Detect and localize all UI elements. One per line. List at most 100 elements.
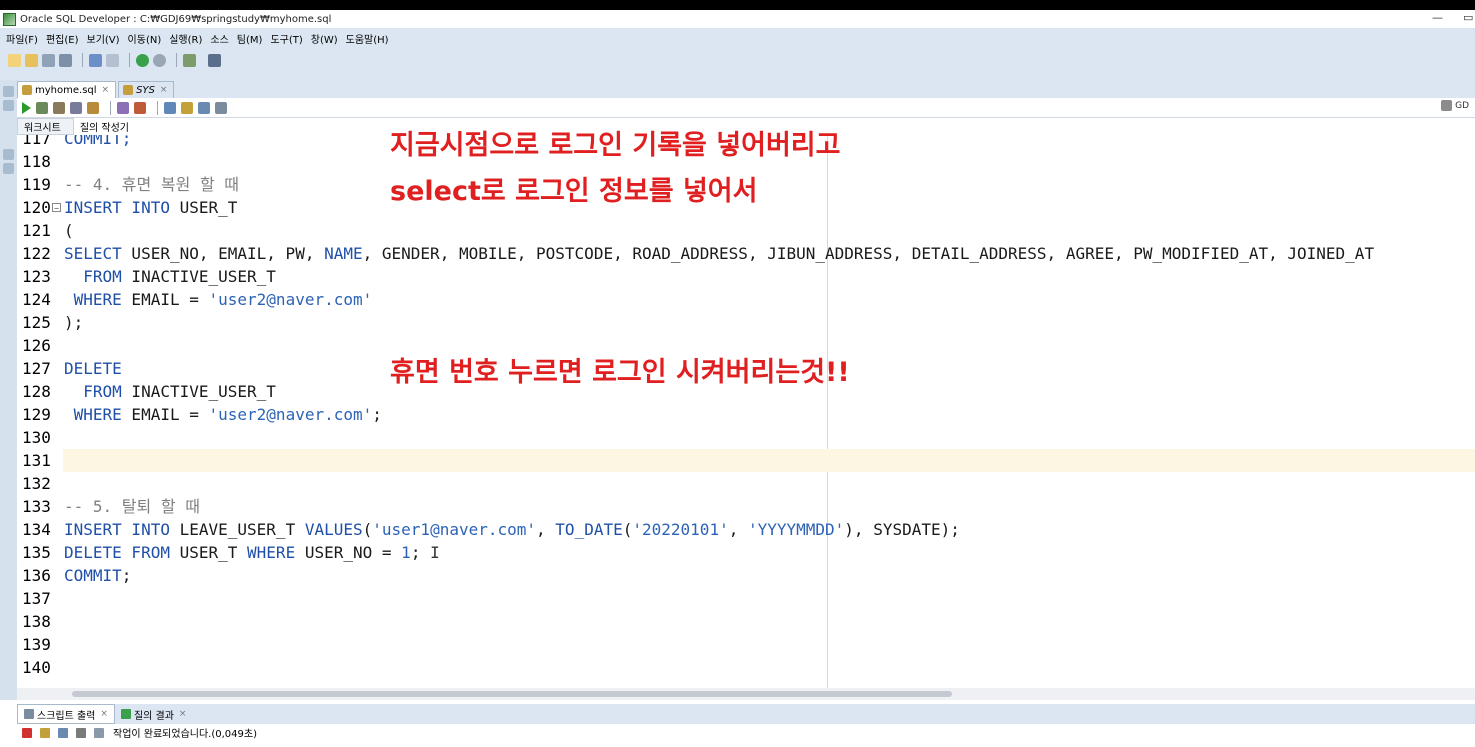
- forward-icon[interactable]: [153, 53, 166, 67]
- commit-icon[interactable]: [53, 101, 65, 114]
- tuning-icon[interactable]: [87, 101, 99, 114]
- connections-icon[interactable]: [3, 86, 14, 97]
- print-icon[interactable]: [76, 727, 86, 738]
- annotation-text: select로 로그인 정보를 넣어서: [390, 176, 758, 207]
- code-line[interactable]: 122 SELECT USER_NO, EMAIL, PW, NAME, GEND…: [17, 242, 1475, 265]
- menu-item[interactable]: 도구(T): [270, 31, 302, 46]
- sidebar-panel-icon[interactable]: [3, 163, 14, 174]
- save-all-icon[interactable]: [59, 53, 72, 67]
- autotrace-icon[interactable]: [134, 101, 146, 114]
- restore-button[interactable]: ▭: [1463, 11, 1473, 24]
- line-number: 139: [22, 635, 51, 654]
- toolbar-separator: [157, 100, 158, 115]
- code-line[interactable]: 135 DELETE FROM USER_T WHERE USER_NO = 1;…: [17, 541, 1475, 564]
- db-connect-icon[interactable]: [183, 53, 196, 67]
- close-tab-icon[interactable]: ×: [160, 85, 168, 95]
- undo-icon[interactable]: [89, 53, 102, 67]
- rollback-icon[interactable]: [70, 101, 82, 114]
- menu-item[interactable]: 소스: [210, 31, 228, 46]
- reports-icon[interactable]: [3, 100, 14, 111]
- save-icon[interactable]: [94, 727, 104, 738]
- code-line[interactable]: 132: [17, 472, 1475, 495]
- line-number: 136: [22, 566, 51, 585]
- menu-item[interactable]: 도움말(H): [346, 31, 389, 46]
- binoculars-icon[interactable]: [208, 53, 221, 67]
- close-tab-icon[interactable]: ×: [100, 709, 108, 719]
- line-number: 130: [22, 428, 51, 447]
- annotation-text: 지금시점으로 로그인 기록을 넣어버리고: [390, 130, 841, 161]
- fold-toggle-icon[interactable]: −: [52, 203, 61, 213]
- code-token: 'user2@naver.com': [208, 405, 373, 424]
- document-tab[interactable]: myhome.sql ×: [17, 81, 117, 98]
- pin-icon[interactable]: [22, 727, 32, 738]
- code-line[interactable]: 131: [17, 449, 1475, 472]
- code-token: 'YYYYMMDD': [747, 520, 845, 539]
- output-tab[interactable]: 질의 결과 ×: [115, 705, 193, 723]
- annotation-text: 휴면 번호 누르면 로그인 시켜버리는것!!: [390, 357, 850, 388]
- run-script-icon[interactable]: [36, 101, 48, 114]
- format-icon[interactable]: [215, 101, 227, 114]
- document-tab-label: myhome.sql: [35, 84, 97, 96]
- eraser-icon[interactable]: [40, 727, 50, 738]
- save-icon[interactable]: [58, 727, 68, 738]
- line-number: 129: [22, 405, 51, 424]
- close-tab-icon[interactable]: ×: [102, 85, 110, 95]
- code-token: EMAIL =: [121, 290, 209, 309]
- code-line[interactable]: 129 WHERE EMAIL = 'user2@naver.com';: [17, 403, 1475, 426]
- menu-item[interactable]: 편집(E): [46, 31, 79, 46]
- code-line[interactable]: 134 INSERT INTO LEAVE_USER_T VALUES('user…: [17, 518, 1475, 541]
- open-folder-icon[interactable]: [25, 53, 38, 67]
- line-number: 121: [22, 221, 51, 240]
- sql-editor[interactable]: 117 COMMIT; 118 119 -- 4. 휴면 복원 할 때 120− INSER…: [17, 135, 1475, 688]
- code-line[interactable]: 136 COMMIT;: [17, 564, 1475, 587]
- code-line[interactable]: 139: [17, 633, 1475, 656]
- code-line[interactable]: 124 WHERE EMAIL = 'user2@naver.com': [17, 288, 1475, 311]
- sql-tuning-icon[interactable]: [164, 101, 176, 114]
- menu-item[interactable]: 실행(R): [169, 31, 202, 46]
- line-number: 135: [22, 543, 51, 562]
- editor-toolbar: GD: [17, 98, 1475, 118]
- menu-item[interactable]: 이동(N): [128, 31, 162, 46]
- tab-worksheet[interactable]: 워크시트: [17, 118, 74, 135]
- redo-icon[interactable]: [106, 53, 119, 67]
- menu-item[interactable]: 팀(M): [237, 31, 263, 46]
- title-bar: Oracle SQL Developer : C:₩GDJ69₩springst…: [0, 10, 1475, 28]
- save-icon[interactable]: [42, 53, 55, 67]
- code-text: INSERT INTO USER_T: [64, 196, 237, 219]
- connection-selector[interactable]: GD: [1441, 100, 1469, 111]
- menu-item[interactable]: 보기(V): [87, 31, 120, 46]
- menu-item[interactable]: 파일(F): [6, 31, 38, 46]
- tab-query-builder[interactable]: 질의 작성기: [74, 119, 141, 134]
- code-token: 'user1@naver.com': [372, 520, 537, 539]
- code-token: ;: [372, 405, 382, 424]
- code-line[interactable]: 137: [17, 587, 1475, 610]
- code-line[interactable]: 125);: [17, 311, 1475, 334]
- connection-icon: [1441, 100, 1453, 111]
- run-statement-icon[interactable]: [22, 101, 31, 114]
- line-number: 138: [22, 612, 51, 631]
- sidebar-panel-icon[interactable]: [3, 149, 14, 160]
- output-tab[interactable]: 스크립트 출력 ×: [17, 704, 115, 724]
- code-text: -- 5. 탈퇴 할 때: [64, 495, 200, 518]
- line-number: 118: [22, 152, 51, 171]
- code-line[interactable]: 133 -- 5. 탈퇴 할 때: [17, 495, 1475, 518]
- horizontal-scrollbar[interactable]: [17, 688, 1475, 700]
- history-icon[interactable]: [198, 101, 210, 114]
- code-line[interactable]: 121 (: [17, 219, 1475, 242]
- new-file-icon[interactable]: [8, 53, 21, 67]
- code-line[interactable]: 138: [17, 610, 1475, 633]
- back-icon[interactable]: [136, 53, 149, 67]
- menu-item[interactable]: 창(W): [311, 31, 338, 46]
- code-token: INACTIVE_USER_T: [121, 382, 276, 401]
- close-tab-icon[interactable]: ×: [179, 709, 187, 719]
- code-line[interactable]: 130: [17, 426, 1475, 449]
- minimize-button[interactable]: —: [1432, 11, 1443, 24]
- explain-plan-icon[interactable]: [117, 101, 129, 114]
- scrollbar-thumb[interactable]: [72, 691, 952, 697]
- eraser-icon[interactable]: [181, 101, 193, 114]
- code-line[interactable]: 123 FROM INACTIVE_USER_T: [17, 265, 1475, 288]
- line-number: 128: [22, 382, 51, 401]
- code-token: USER_NO, EMAIL, PW,: [121, 244, 325, 263]
- document-tab[interactable]: SYS ×: [118, 81, 175, 98]
- code-line[interactable]: 140: [17, 656, 1475, 679]
